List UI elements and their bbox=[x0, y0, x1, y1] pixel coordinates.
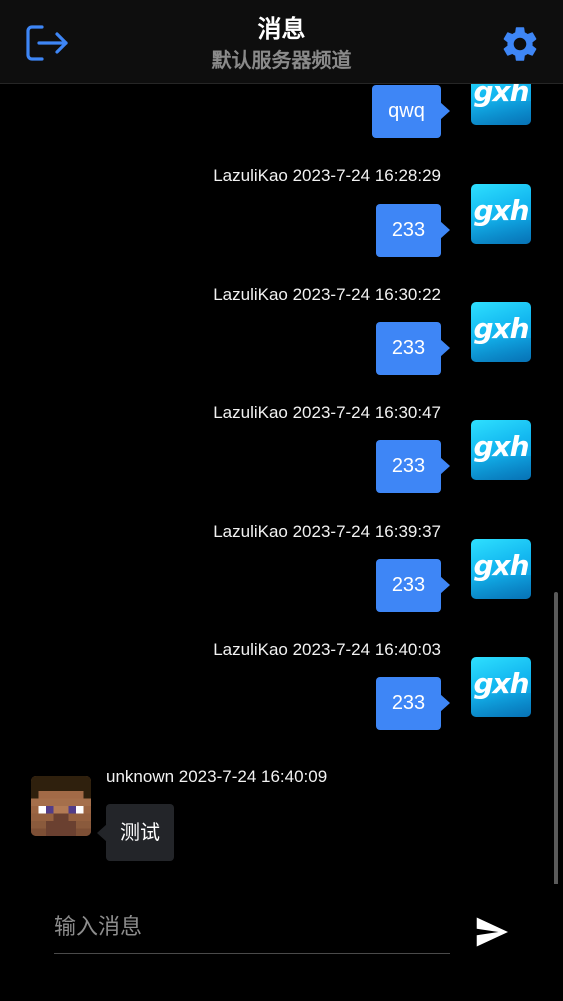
channel-name: 默认服务器频道 bbox=[211, 48, 352, 72]
message-bubble: 233 bbox=[376, 559, 450, 612]
message-meta: LazuliKao 2023-7-24 16:30:47 bbox=[213, 403, 441, 422]
chat-app: 消息 默认服务器频道 qwq gxh LazuliKao 2023-7-24 1… bbox=[0, 0, 563, 1001]
message-meta: LazuliKao 2023-7-24 16:28:29 bbox=[213, 166, 441, 185]
scrollbar-thumb[interactable] bbox=[554, 592, 558, 884]
user-avatar[interactable]: gxh bbox=[471, 184, 531, 244]
user-avatar[interactable]: gxh bbox=[471, 84, 531, 125]
settings-button[interactable] bbox=[499, 23, 541, 65]
user-avatar[interactable]: gxh bbox=[471, 420, 531, 480]
page-title: 消息 bbox=[257, 15, 306, 43]
user-avatar[interactable]: gxh bbox=[471, 539, 531, 599]
message-bubble: 测试 bbox=[97, 804, 174, 861]
message-meta: LazuliKao 2023-7-24 16:39:37 bbox=[213, 522, 441, 541]
gear-icon bbox=[503, 27, 537, 61]
message-bubble: 233 bbox=[376, 677, 450, 730]
message-composer bbox=[0, 884, 563, 1001]
message-bubble: 233 bbox=[376, 204, 450, 257]
message-list[interactable]: qwq gxh LazuliKao 2023-7-24 16:28:29 233… bbox=[0, 84, 563, 884]
message-bubble: 233 bbox=[376, 440, 450, 493]
message-meta: unknown 2023-7-24 16:40:09 bbox=[106, 767, 328, 786]
user-avatar[interactable]: gxh bbox=[471, 302, 531, 362]
send-button[interactable] bbox=[474, 916, 510, 948]
message-bubble: qwq bbox=[372, 85, 450, 138]
message-bubble: 233 bbox=[376, 322, 450, 375]
app-header: 消息 默认服务器频道 bbox=[0, 0, 563, 84]
message-meta: LazuliKao 2023-7-24 16:30:22 bbox=[213, 285, 441, 304]
user-avatar[interactable]: gxh bbox=[471, 657, 531, 717]
message-meta: LazuliKao 2023-7-24 16:40:03 bbox=[213, 640, 441, 659]
send-icon bbox=[476, 917, 508, 947]
message-input[interactable] bbox=[54, 902, 450, 954]
steve-avatar-icon[interactable] bbox=[31, 776, 91, 836]
